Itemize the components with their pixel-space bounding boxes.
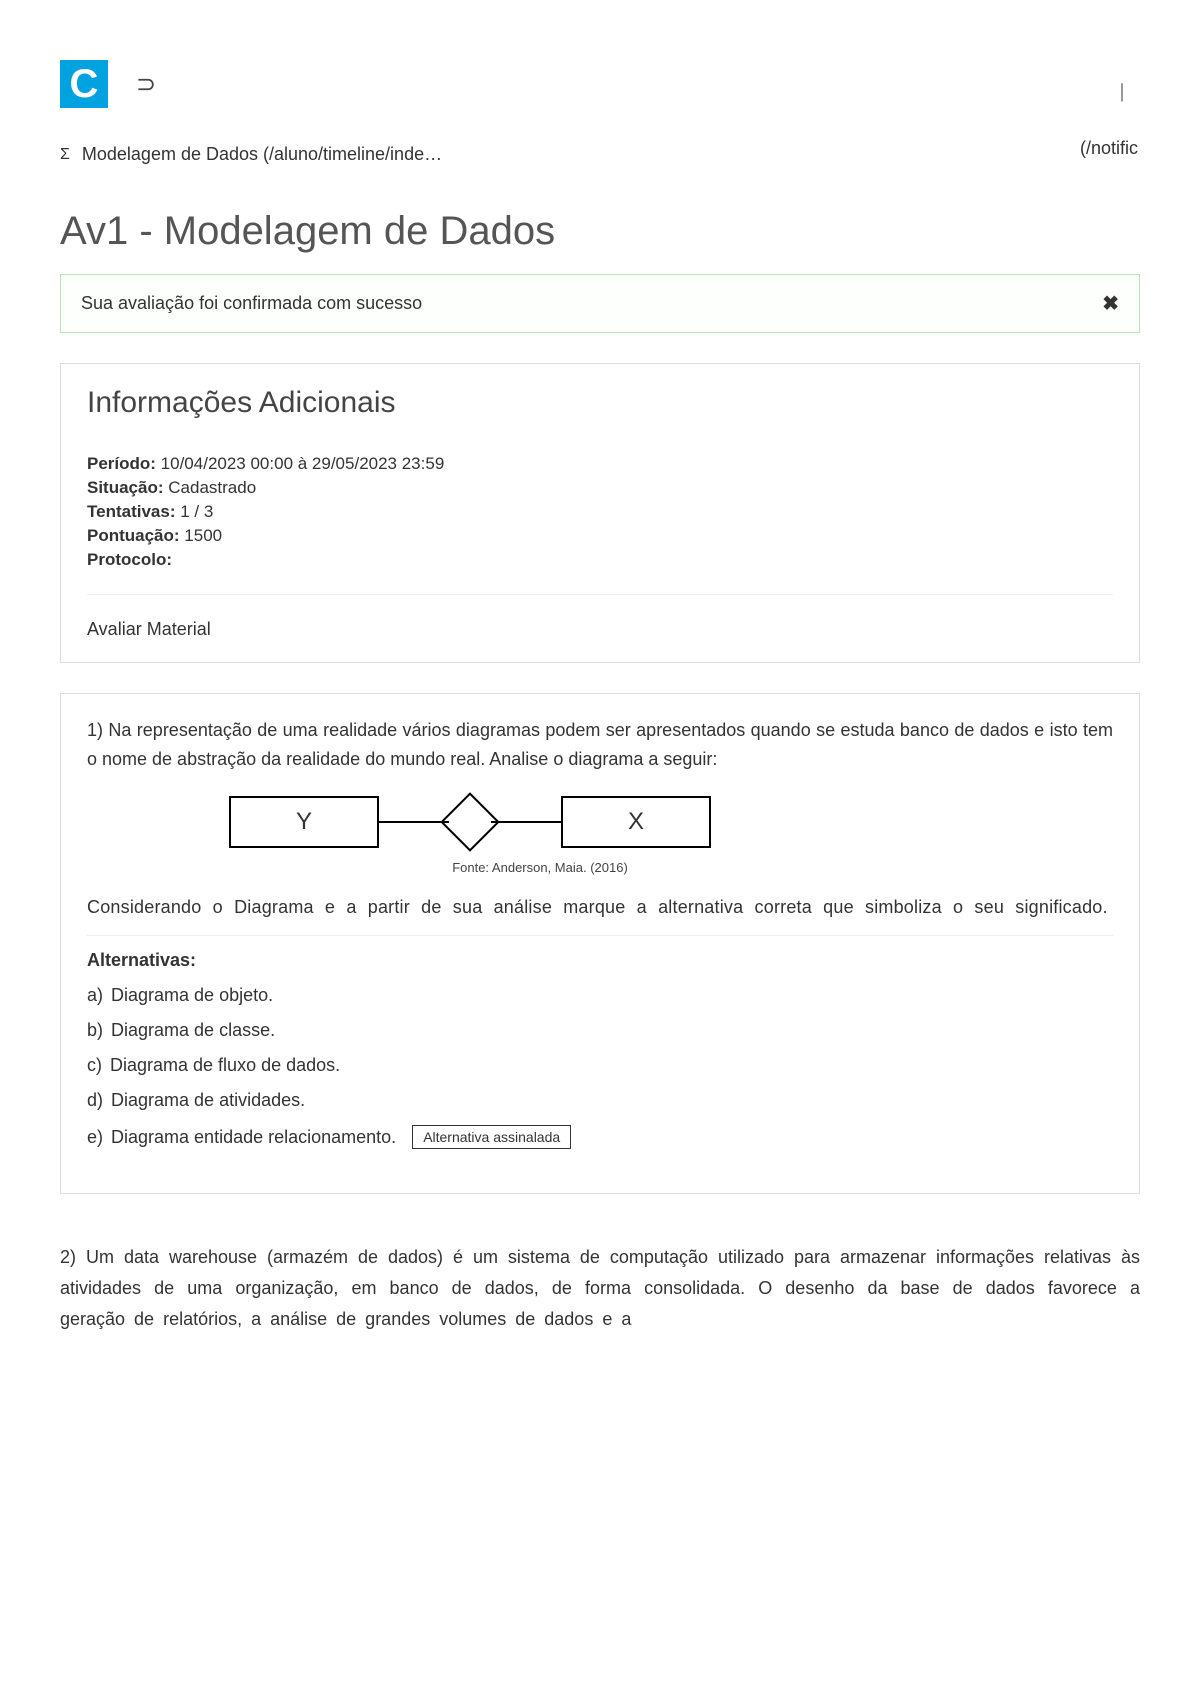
relation-line-left (379, 821, 449, 823)
q1-diagram: Y X Fonte: Anderson, Maia. (2016) (87, 796, 1113, 875)
alert-text: Sua avaliação foi confirmada com sucesso (81, 293, 422, 314)
q1-alternative[interactable]: c) Diagrama de fluxo de dados. (87, 1055, 1113, 1076)
info-situacao: Situação: Cadastrado (87, 478, 1113, 498)
diagram-caption: Fonte: Anderson, Maia. (2016) (452, 860, 628, 875)
question-2-prompt: 2) Um data warehouse (armazém de dados) … (60, 1242, 1140, 1334)
q1-alternative[interactable]: e) Diagrama entidade relacionamento. Alte… (87, 1125, 1113, 1149)
page-title: Av1 - Modelagem de Dados (60, 209, 1140, 254)
divider (87, 594, 1113, 595)
question-1-card: 1) Na representação de uma realidade vár… (60, 693, 1140, 1194)
breadcrumb[interactable]: Σ Modelagem de Dados (/aluno/timeline/in… (60, 144, 1140, 165)
info-heading: Informações Adicionais (87, 386, 1113, 420)
alt-text: Diagrama entidade relacionamento. (111, 1127, 396, 1148)
relationship-diamond (440, 792, 499, 851)
relation-line-right (491, 821, 561, 823)
success-alert: Sua avaliação foi confirmada com sucesso… (60, 274, 1140, 333)
logo-letter: C (70, 64, 99, 104)
alt-letter: d) (87, 1090, 103, 1111)
alt-letter: e) (87, 1127, 103, 1148)
q1-instruction: Considerando o Diagrama e a partir de su… (87, 893, 1113, 922)
info-protocolo: Protocolo: (87, 550, 1113, 570)
info-card: Informações Adicionais Período: 10/04/20… (60, 363, 1140, 663)
alt-letter: b) (87, 1020, 103, 1041)
entity-y-box: Y (229, 796, 379, 848)
close-icon[interactable]: ✖ (1102, 291, 1119, 316)
alt-letter: a) (87, 985, 103, 1006)
app-logo[interactable]: C (60, 60, 108, 108)
divider (87, 935, 1113, 936)
q1-alternative[interactable]: b) Diagrama de classe. (87, 1020, 1113, 1041)
alt-text: Diagrama de fluxo de dados. (110, 1055, 340, 1076)
q1-alternative[interactable]: a) Diagrama de objeto. (87, 985, 1113, 1006)
notifications-link[interactable]: (/notific (1080, 138, 1138, 159)
info-periodo: Período: 10/04/2023 00:00 à 29/05/2023 2… (87, 454, 1113, 474)
q1-alternative[interactable]: d) Diagrama de atividades. (87, 1090, 1113, 1111)
info-tentativas: Tentativas: 1 / 3 (87, 502, 1113, 522)
sigma-icon: Σ (60, 146, 70, 164)
q1-prompt: 1) Na representação de uma realidade vár… (87, 716, 1113, 774)
alt-text: Diagrama de objeto. (111, 985, 273, 1006)
top-right-divider: | (1120, 80, 1124, 103)
breadcrumb-text: Modelagem de Dados (/aluno/timeline/inde… (82, 144, 442, 165)
entity-x-box: X (561, 796, 711, 848)
superset-icon: ⊃ (136, 70, 156, 99)
info-pontuacao: Pontuação: 1500 (87, 526, 1113, 546)
alt-text: Diagrama de atividades. (111, 1090, 305, 1111)
avaliar-material-link[interactable]: Avaliar Material (87, 619, 1113, 640)
selected-badge: Alternativa assinalada (412, 1125, 571, 1149)
alternativas-heading: Alternativas: (87, 950, 1113, 971)
alt-letter: c) (87, 1055, 102, 1076)
alt-text: Diagrama de classe. (111, 1020, 275, 1041)
